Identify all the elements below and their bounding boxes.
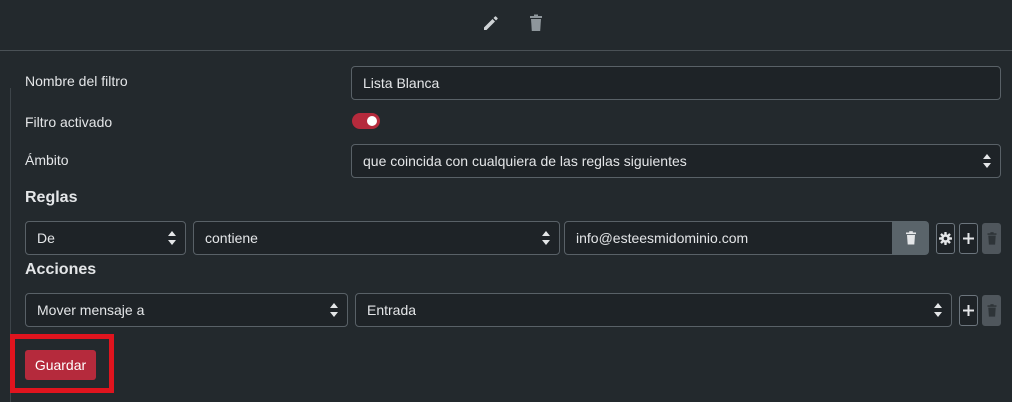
gear-icon [939,232,952,245]
rule-operator-select[interactable]: contiene [193,221,560,255]
actions-heading: Acciones [25,261,97,278]
action-type-value: Mover mensaje a [37,302,145,318]
rule-value-text: info@esteesmidominio.com [576,230,749,246]
rules-heading: Reglas [25,189,78,206]
rule-operator-value: contiene [205,230,258,246]
top-toolbar [0,0,1012,51]
rule-field-value: De [37,230,55,246]
trash-icon [987,232,996,245]
pencil-icon[interactable] [480,12,502,34]
add-rule-button[interactable] [959,223,978,254]
scope-select[interactable]: que coincida con cualquiera de las regla… [351,144,1001,178]
rule-value-clear-button[interactable] [892,221,929,255]
select-arrows-icon [542,230,550,246]
filter-enabled-label: Filtro activado [25,114,113,130]
filter-enabled-toggle[interactable] [352,113,380,129]
filter-name-label: Nombre del filtro [25,73,128,89]
trash-icon[interactable] [525,12,547,34]
plus-icon [963,233,974,244]
save-button[interactable]: Guardar [25,350,96,380]
select-arrows-icon [983,153,991,169]
filter-name-value: Lista Blanca [363,75,440,91]
toggle-knob [367,116,377,126]
action-target-select[interactable]: Entrada [355,293,952,327]
scope-value: que coincida con cualquiera de las regla… [363,153,687,169]
select-arrows-icon [168,230,176,246]
delete-rule-button[interactable] [982,223,1001,254]
select-arrows-icon [330,302,338,318]
trash-icon [987,304,996,317]
action-type-select[interactable]: Mover mensaje a [25,293,348,327]
select-arrows-icon [934,302,942,318]
filter-name-input[interactable]: Lista Blanca [351,66,1001,100]
rule-settings-button[interactable] [936,223,955,254]
rule-field-select[interactable]: De [25,221,186,255]
delete-action-button[interactable] [982,295,1001,326]
trash-icon [905,231,916,245]
scope-label: Ámbito [25,152,69,168]
rule-value-input[interactable]: info@esteesmidominio.com [564,221,896,255]
plus-icon [963,305,974,316]
add-action-button[interactable] [959,295,978,326]
action-target-value: Entrada [367,302,417,318]
